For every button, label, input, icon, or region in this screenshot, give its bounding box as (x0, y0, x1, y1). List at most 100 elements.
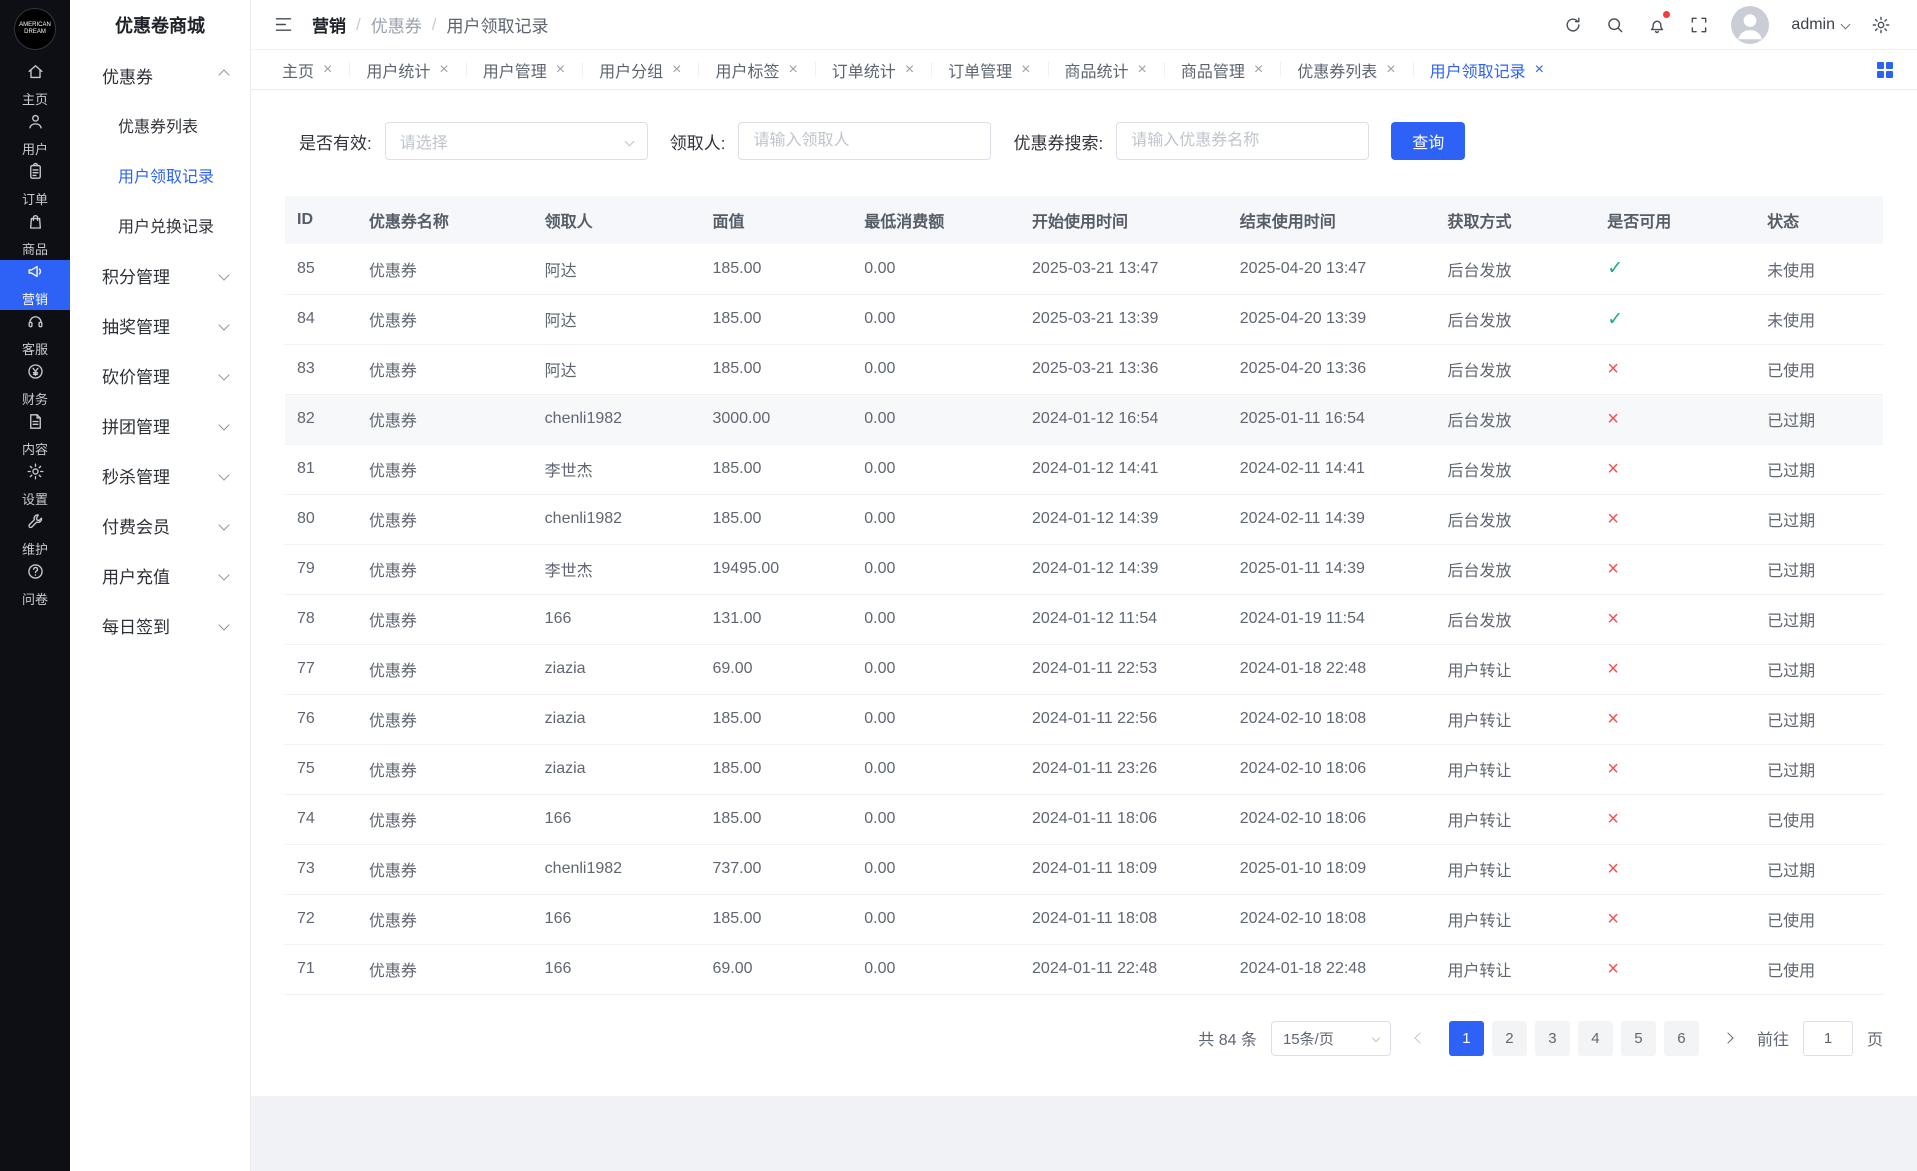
sidebar-item-用户领取记录[interactable]: 用户领取记录 (70, 150, 250, 200)
sidebar-group-每日签到[interactable]: 每日签到 (70, 600, 250, 650)
rail-item-商品[interactable]: 商品 (0, 210, 70, 260)
cell: 166 (532, 594, 701, 645)
page-button-3[interactable]: 3 (1534, 1020, 1570, 1056)
table-row-81[interactable]: 81 优惠券 李世杰 185.00 0.00 2024-01-12 14:41 2024-0… (285, 444, 1883, 495)
rail-item-用户[interactable]: 用户 (0, 110, 70, 160)
page-button-4[interactable]: 4 (1577, 1020, 1613, 1056)
prev-page-button[interactable] (1405, 1021, 1435, 1056)
breadcrumb-item-优惠券[interactable]: 优惠券 (371, 12, 422, 37)
tab-close-icon[interactable]: × (1138, 61, 1147, 78)
menu-collapse-icon[interactable] (273, 14, 294, 35)
tab-label: 用户分组 (599, 63, 664, 81)
rail-item-内容[interactable]: 内容 (0, 410, 70, 460)
sidebar-group-砍价管理[interactable]: 砍价管理 (70, 350, 250, 400)
avatar[interactable] (1731, 5, 1770, 44)
cell: 0.00 (852, 744, 1021, 795)
tab-close-icon[interactable]: × (1535, 61, 1544, 78)
sidebar-item-优惠券列表[interactable]: 优惠券列表 (70, 100, 250, 150)
table-row-83[interactable]: 83 优惠券 阿达 185.00 0.00 2025-03-21 13:36 2025-04… (285, 344, 1883, 395)
page-button-6[interactable]: 6 (1663, 1020, 1699, 1056)
table-row-80[interactable]: 80 优惠券 chenli1982 185.00 0.00 2024-01-12 14:3… (285, 494, 1883, 545)
search-button[interactable]: 查询 (1391, 122, 1466, 160)
sidebar-item-用户兑换记录[interactable]: 用户兑换记录 (70, 200, 250, 250)
chevron-down-icon (218, 419, 230, 431)
tab-close-icon[interactable]: × (556, 61, 565, 78)
table-row-75[interactable]: 75 优惠券 ziazia 185.00 0.00 2024-01-11 23:26 202… (285, 744, 1883, 795)
app-logo: AMERICAN DREAM (14, 8, 56, 50)
tab-用户统计[interactable]: 用户统计 × (349, 50, 465, 89)
sidebar-group-积分管理[interactable]: 积分管理 (70, 250, 250, 300)
cell: 2024-02-10 18:08 (1227, 694, 1436, 745)
sidebar-group-优惠券[interactable]: 优惠券 (70, 50, 250, 100)
breadcrumb-item-营销[interactable]: 营销 (312, 12, 346, 37)
cell: 优惠券 (356, 394, 533, 445)
search-icon[interactable] (1605, 15, 1625, 35)
tab-close-icon[interactable]: × (1021, 61, 1030, 78)
breadcrumb-separator: / (431, 14, 437, 34)
refresh-icon[interactable] (1563, 15, 1583, 35)
tab-用户标签[interactable]: 用户标签 × (698, 50, 814, 89)
page-size-select[interactable]: 15条/页 (1270, 1020, 1391, 1056)
page-button-1[interactable]: 1 (1448, 1020, 1484, 1056)
tab-close-icon[interactable]: × (1254, 61, 1263, 78)
chevron-down-icon (218, 269, 230, 281)
notification-bell-icon[interactable] (1647, 10, 1671, 35)
rail-item-营销[interactable]: 营销 (0, 260, 70, 310)
table-row-72[interactable]: 72 优惠券 166 185.00 0.00 2024-01-11 18:08 2024-0… (285, 894, 1883, 945)
tab-优惠券列表[interactable]: 优惠券列表 × (1280, 50, 1412, 89)
tab-主页[interactable]: 主页 × (265, 50, 349, 89)
receiver-input[interactable] (738, 122, 992, 160)
tab-用户领取记录[interactable]: 用户领取记录 × (1412, 50, 1561, 89)
sidebar-group-用户充值[interactable]: 用户充值 (70, 550, 250, 600)
tab-close-icon[interactable]: × (788, 61, 797, 78)
table-row-85[interactable]: 85 优惠券 阿达 185.00 0.00 2025-03-21 13:47 2025-04… (285, 244, 1883, 295)
rail-item-客服[interactable]: 客服 (0, 310, 70, 360)
tab-订单统计[interactable]: 订单统计 × (814, 50, 931, 89)
table-row-76[interactable]: 76 优惠券 ziazia 185.00 0.00 2024-01-11 22:56 202… (285, 694, 1883, 745)
valid-select[interactable]: 请选择 (384, 122, 648, 160)
rail-item-订单[interactable]: 订单 (0, 160, 70, 210)
user-menu[interactable]: admin (1791, 16, 1851, 34)
rail-item-问卷[interactable]: 问卷 (0, 560, 70, 610)
settings-gear-icon[interactable] (1871, 15, 1891, 35)
table-row-73[interactable]: 73 优惠券 chenli1982 737.00 0.00 2024-01-11 18:0… (285, 844, 1883, 895)
rail-item-维护[interactable]: 维护 (0, 510, 70, 560)
rail-item-财务[interactable]: 财务 (0, 360, 70, 410)
rail-item-主页[interactable]: 主页 (0, 60, 70, 110)
main-area: 营销 / 优惠券 / 用户领取记录 admin 主页 × 用户统计 × 用户管理 × 用… (251, 0, 1917, 1171)
tab-close-icon[interactable]: × (323, 61, 332, 78)
breadcrumb: 营销 / 优惠券 / 用户领取记录 (312, 12, 548, 37)
layout-grid-icon[interactable] (1877, 61, 1893, 78)
table-row-84[interactable]: 84 优惠券 阿达 185.00 0.00 2025-03-21 13:39 2025-04… (285, 294, 1883, 345)
tab-用户管理[interactable]: 用户管理 × (465, 50, 582, 89)
table-row-78[interactable]: 78 优惠券 166 131.00 0.00 2024-01-12 11:54 2024-0… (285, 594, 1883, 645)
table-row-79[interactable]: 79 优惠券 李世杰 19495.00 0.00 2024-01-12 14:39 2025… (285, 544, 1883, 595)
fullscreen-icon[interactable] (1689, 15, 1709, 35)
tab-close-icon[interactable]: × (905, 61, 914, 78)
tab-用户分组[interactable]: 用户分组 × (582, 50, 698, 89)
page-button-2[interactable]: 2 (1491, 1020, 1527, 1056)
tab-close-icon[interactable]: × (672, 61, 681, 78)
tab-close-icon[interactable]: × (439, 61, 448, 78)
tab-商品管理[interactable]: 商品管理 × (1163, 50, 1280, 89)
sidebar-group-秒杀管理[interactable]: 秒杀管理 (70, 450, 250, 500)
sidebar-group-拼团管理[interactable]: 拼团管理 (70, 400, 250, 450)
table-row-82[interactable]: 82 优惠券 chenli1982 3000.00 0.00 2024-01-12 16:… (285, 394, 1883, 445)
tab-close-icon[interactable]: × (1386, 61, 1395, 78)
table-row-74[interactable]: 74 优惠券 166 185.00 0.00 2024-01-11 18:06 2024-0… (285, 794, 1883, 845)
sidebar-group-付费会员[interactable]: 付费会员 (70, 500, 250, 550)
tab-商品统计[interactable]: 商品统计 × (1047, 50, 1164, 89)
sidebar-group-抽奖管理[interactable]: 抽奖管理 (70, 300, 250, 350)
cell: 131.00 (700, 594, 853, 645)
page-button-5[interactable]: 5 (1620, 1020, 1656, 1056)
tab-订单管理[interactable]: 订单管理 × (931, 50, 1047, 89)
rail-item-设置[interactable]: 设置 (0, 460, 70, 510)
goto-page-input[interactable] (1802, 1020, 1853, 1056)
table-row-77[interactable]: 77 优惠券 ziazia 69.00 0.00 2024-01-11 22:53 2024… (285, 644, 1883, 695)
coupon-search-input[interactable] (1116, 122, 1370, 160)
rail-item-label: 用户 (21, 142, 48, 157)
next-page-button[interactable] (1713, 1021, 1743, 1056)
cell: 用户转让 (1435, 744, 1596, 795)
status-cell: 已过期 (1755, 394, 1883, 445)
table-row-71[interactable]: 71 优惠券 166 69.00 0.00 2024-01-11 22:48 2024-01… (285, 944, 1883, 995)
